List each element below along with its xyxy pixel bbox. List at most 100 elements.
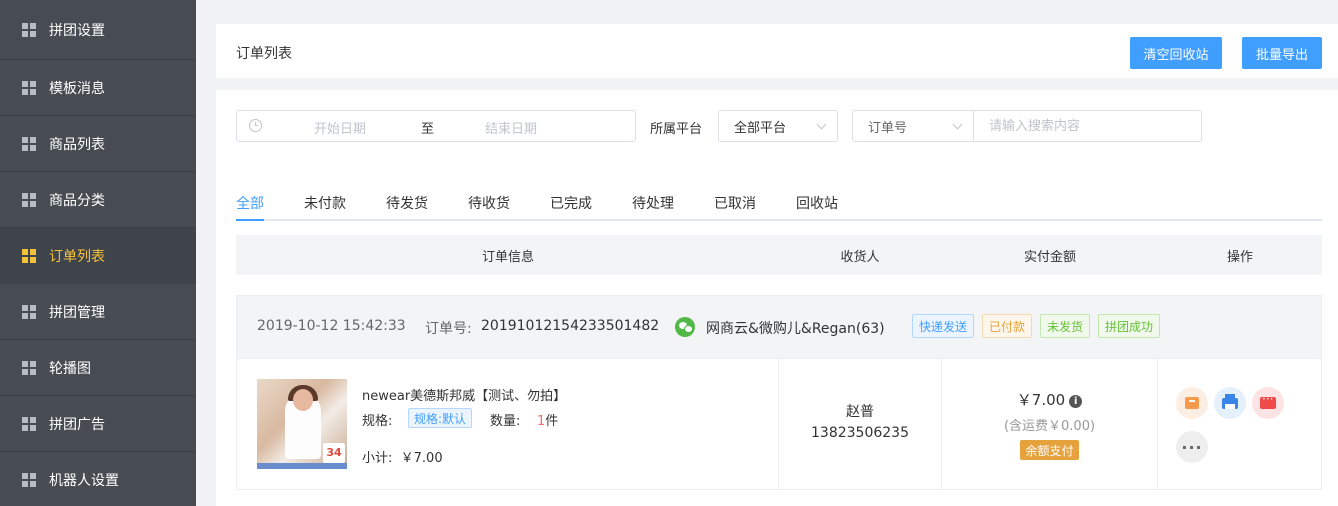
- search-type-value: 订单号: [868, 120, 908, 136]
- sidebar-item-group-settings[interactable]: 拼团设置: [0, 0, 196, 60]
- subtotal-label: 小计:: [362, 451, 393, 466]
- ship-button[interactable]: [1176, 387, 1208, 419]
- buyer-name: 网商云&微购儿&Regan(63): [706, 321, 885, 337]
- spec-tag: 规格:默认: [408, 408, 473, 428]
- product-thumbnail[interactable]: 34: [257, 379, 347, 469]
- platform-select[interactable]: 全部平台: [718, 110, 838, 142]
- order-header: 2019-10-12 15:42:33 订单号: 201910121542335…: [237, 296, 1321, 359]
- start-date-input[interactable]: 开始日期: [314, 118, 366, 137]
- more-button[interactable]: ···: [1176, 431, 1208, 463]
- info-icon[interactable]: i: [1069, 395, 1083, 408]
- grid-icon: [22, 248, 36, 263]
- print-icon: [1222, 393, 1238, 409]
- print-button[interactable]: [1214, 387, 1246, 419]
- order-card: 2019-10-12 15:42:33 订单号: 201910121542335…: [236, 295, 1322, 490]
- subtotal-value: ￥7.00: [400, 451, 443, 466]
- paid-amount-value: ￥7.00: [1016, 391, 1066, 409]
- sidebar-item-label: 商品分类: [49, 192, 105, 209]
- grid-icon: [22, 416, 36, 431]
- sidebar-item-label: 拼团设置: [49, 22, 105, 39]
- page-title: 订单列表: [236, 46, 292, 62]
- sidebar-item-group-ads[interactable]: 拼团广告: [0, 396, 196, 452]
- status-badge: 快递发送: [912, 314, 975, 338]
- column-divider: [778, 359, 779, 489]
- chevron-down-icon: [816, 119, 827, 130]
- subtotal: 小计: ￥7.00: [362, 447, 443, 466]
- tab-pending[interactable]: 待处理: [632, 193, 674, 213]
- ship-icon: [1185, 397, 1199, 409]
- thumbnail-badge: 34: [323, 443, 345, 463]
- sidebar-item-label: 商品列表: [49, 136, 105, 153]
- batch-export-button[interactable]: 批量导出: [1242, 37, 1322, 69]
- grid-icon: [22, 472, 36, 487]
- more-icon: ···: [1181, 437, 1203, 457]
- receiver-phone: 13823506235: [811, 425, 909, 441]
- tab-all[interactable]: 全部: [236, 193, 264, 213]
- clock-icon: [249, 119, 262, 132]
- sidebar-item-label: 模板消息: [49, 80, 105, 97]
- chevron-down-icon: [952, 119, 963, 130]
- status-badge: 未发货: [1040, 314, 1091, 338]
- order-no-label: 订单号:: [425, 321, 472, 337]
- order-panel: 开始日期 至 结束日期 所属平台 全部平台 订单号 全部 未付款 待发货 待收货…: [216, 90, 1338, 506]
- product-name: newear美德斯邦威【测试、勿拍】: [362, 389, 567, 404]
- paid-amount: ￥7.00 i: [942, 389, 1157, 410]
- order-body: 34 newear美德斯邦威【测试、勿拍】 规格: 规格:默认 数量: 1件 小…: [237, 359, 1321, 489]
- grid-icon: [22, 192, 36, 207]
- clear-recycle-button[interactable]: 清空回收站: [1130, 37, 1222, 69]
- grid-icon: [22, 22, 36, 37]
- column-header: 订单信息: [481, 250, 535, 265]
- sidebar-item-carousel[interactable]: 轮播图: [0, 340, 196, 396]
- column-header: 收货人: [840, 250, 880, 265]
- status-badge: 拼团成功: [1098, 314, 1161, 338]
- tab-completed[interactable]: 已完成: [550, 193, 592, 213]
- sidebar-item-order-list[interactable]: 订单列表: [0, 228, 196, 284]
- sidebar-item-label: 机器人设置: [49, 472, 119, 489]
- status-badge: 已付款: [982, 314, 1033, 338]
- tab-to-ship[interactable]: 待发货: [386, 193, 428, 213]
- grid-icon: [22, 304, 36, 319]
- search-input[interactable]: [974, 110, 1202, 142]
- quantity-label: 数量:: [490, 414, 521, 429]
- sidebar-item-label: 拼团管理: [49, 304, 105, 321]
- payment-method-badge: 余额支付: [1020, 440, 1079, 460]
- page-header: 订单列表 清空回收站 批量导出: [216, 24, 1338, 78]
- sidebar-item-label: 轮播图: [49, 360, 91, 377]
- sidebar-item-group-management[interactable]: 拼团管理: [0, 284, 196, 340]
- message-icon: [1260, 392, 1276, 409]
- grid-icon: [22, 136, 36, 151]
- tab-cancelled[interactable]: 已取消: [714, 193, 756, 213]
- quantity-value: 1件: [537, 410, 558, 429]
- grid-icon: [22, 360, 36, 375]
- order-no: 20191012154233501482: [481, 318, 660, 334]
- column-divider: [1157, 359, 1158, 489]
- sidebar-item-label: 订单列表: [49, 248, 105, 265]
- tab-unpaid[interactable]: 未付款: [304, 193, 346, 213]
- sidebar-item-template-messages[interactable]: 模板消息: [0, 60, 196, 116]
- end-date-input[interactable]: 结束日期: [485, 118, 537, 137]
- sidebar-item-label: 拼团广告: [49, 416, 105, 433]
- sidebar: 拼团设置 模板消息 商品列表 商品分类 订单列表 拼团管理 轮播图 拼团广告 机…: [0, 0, 196, 506]
- tab-to-receive[interactable]: 待收货: [468, 193, 510, 213]
- column-header: 实付金额: [1023, 250, 1077, 265]
- receiver-name: 赵普: [846, 404, 874, 420]
- tab-recycle-bin[interactable]: 回收站: [796, 193, 838, 213]
- order-datetime: 2019-10-12 15:42:33: [257, 318, 406, 334]
- payment-info: ￥7.00 i (含运费￥0.00) 余额支付: [942, 359, 1157, 489]
- table-header: 订单信息 收货人 实付金额 操作: [236, 235, 1322, 275]
- date-range-separator: 至: [421, 122, 435, 137]
- sidebar-item-product-category[interactable]: 商品分类: [0, 172, 196, 228]
- platform-select-value: 全部平台: [734, 120, 787, 136]
- column-header: 操作: [1226, 250, 1254, 265]
- active-tab-indicator: [236, 219, 264, 221]
- message-button[interactable]: [1252, 387, 1284, 419]
- spec-label: 规格:: [362, 414, 393, 429]
- sidebar-item-product-list[interactable]: 商品列表: [0, 116, 196, 172]
- grid-icon: [22, 80, 36, 95]
- date-range-picker[interactable]: 开始日期 至 结束日期: [236, 110, 636, 142]
- search-type-select[interactable]: 订单号: [852, 110, 974, 142]
- platform-label: 所属平台: [650, 122, 703, 137]
- quantity-unit: 件: [545, 414, 559, 429]
- freight-note: (含运费￥0.00): [1003, 419, 1096, 434]
- sidebar-item-robot-settings[interactable]: 机器人设置: [0, 452, 196, 506]
